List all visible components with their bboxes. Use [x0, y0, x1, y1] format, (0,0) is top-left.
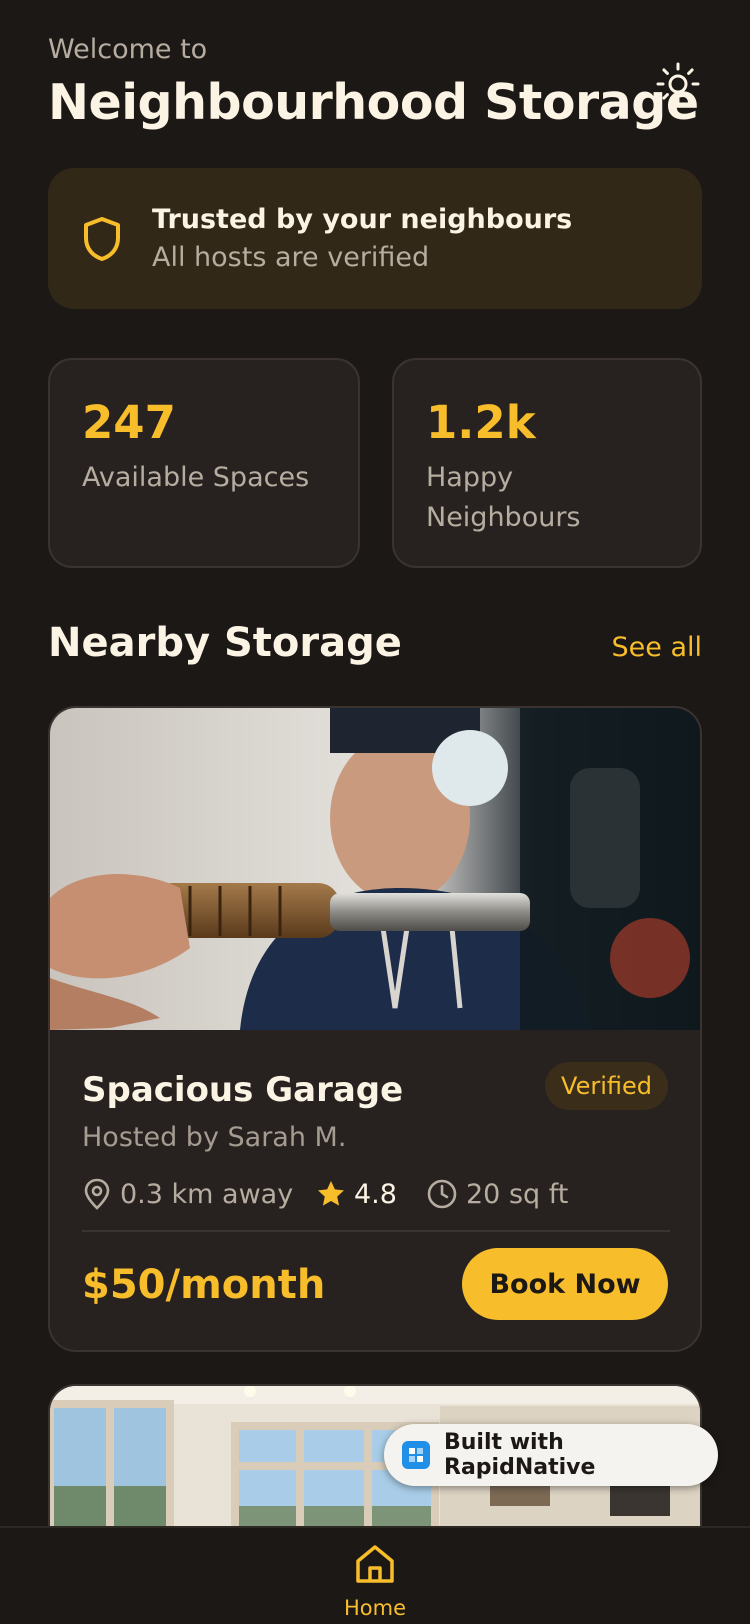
built-with-label: Built with RapidNative [444, 1430, 596, 1480]
card-divider [82, 1230, 670, 1232]
book-now-button[interactable]: Book Now [462, 1248, 668, 1320]
stat-label: Available Spaces [82, 462, 310, 493]
clock-icon [427, 1179, 457, 1209]
listing-name: Spacious Garage [82, 1070, 404, 1110]
listing-distance: 0.3 km away [82, 1174, 293, 1214]
listing-card[interactable]: Spacious Garage Verified Hosted by Sarah… [48, 706, 702, 1352]
sun-icon [656, 62, 700, 106]
listing-meta-row: 0.3 km away 4.8 20 sq ft [82, 1174, 672, 1214]
built-with-badge[interactable]: Built with RapidNative [384, 1424, 718, 1486]
rating-text: 4.8 [354, 1178, 397, 1210]
distance-text: 0.3 km away [120, 1178, 294, 1210]
welcome-text: Welcome to [48, 34, 208, 65]
shield-icon [84, 217, 120, 261]
listing-host: Hosted by Sarah M. [82, 1122, 347, 1153]
listing-rating: 4.8 [316, 1174, 397, 1214]
trust-banner: Trusted by your neighbours All hosts are… [48, 168, 702, 309]
section-title-nearby: Nearby Storage [48, 620, 402, 666]
verified-badge: Verified [545, 1062, 668, 1110]
star-icon [318, 1181, 344, 1206]
location-pin-icon [84, 1178, 110, 1210]
tab-home[interactable]: Home [325, 1528, 425, 1624]
see-all-link[interactable]: See all [612, 632, 703, 663]
trust-title: Trusted by your neighbours [152, 204, 573, 235]
listing-price: $50/month [82, 1262, 326, 1308]
size-text: 20 sq ft [466, 1178, 569, 1210]
home-icon [356, 1545, 394, 1583]
listing-size: 20 sq ft [426, 1174, 568, 1214]
rapidnative-logo-icon [402, 1441, 430, 1469]
bottom-tab-bar: Home [0, 1526, 750, 1624]
tab-home-label: Home [343, 1596, 406, 1620]
theme-toggle-button[interactable] [654, 60, 702, 108]
listing-photo [50, 708, 700, 1030]
stat-value: 247 [82, 396, 176, 449]
stat-label: Happy Neighbours [426, 462, 581, 533]
app-screen: Welcome to Neighbourhood Storage Trusted… [0, 0, 750, 1624]
page-title: Neighbourhood Storage [48, 74, 699, 131]
stat-value: 1.2k [426, 396, 536, 449]
stat-card-happy-neighbours: 1.2k Happy Neighbours [392, 358, 702, 568]
home-scroll-view[interactable]: Welcome to Neighbourhood Storage Trusted… [0, 0, 750, 1526]
stat-card-available-spaces: 247 Available Spaces [48, 358, 360, 568]
trust-subtitle: All hosts are verified [152, 242, 430, 273]
